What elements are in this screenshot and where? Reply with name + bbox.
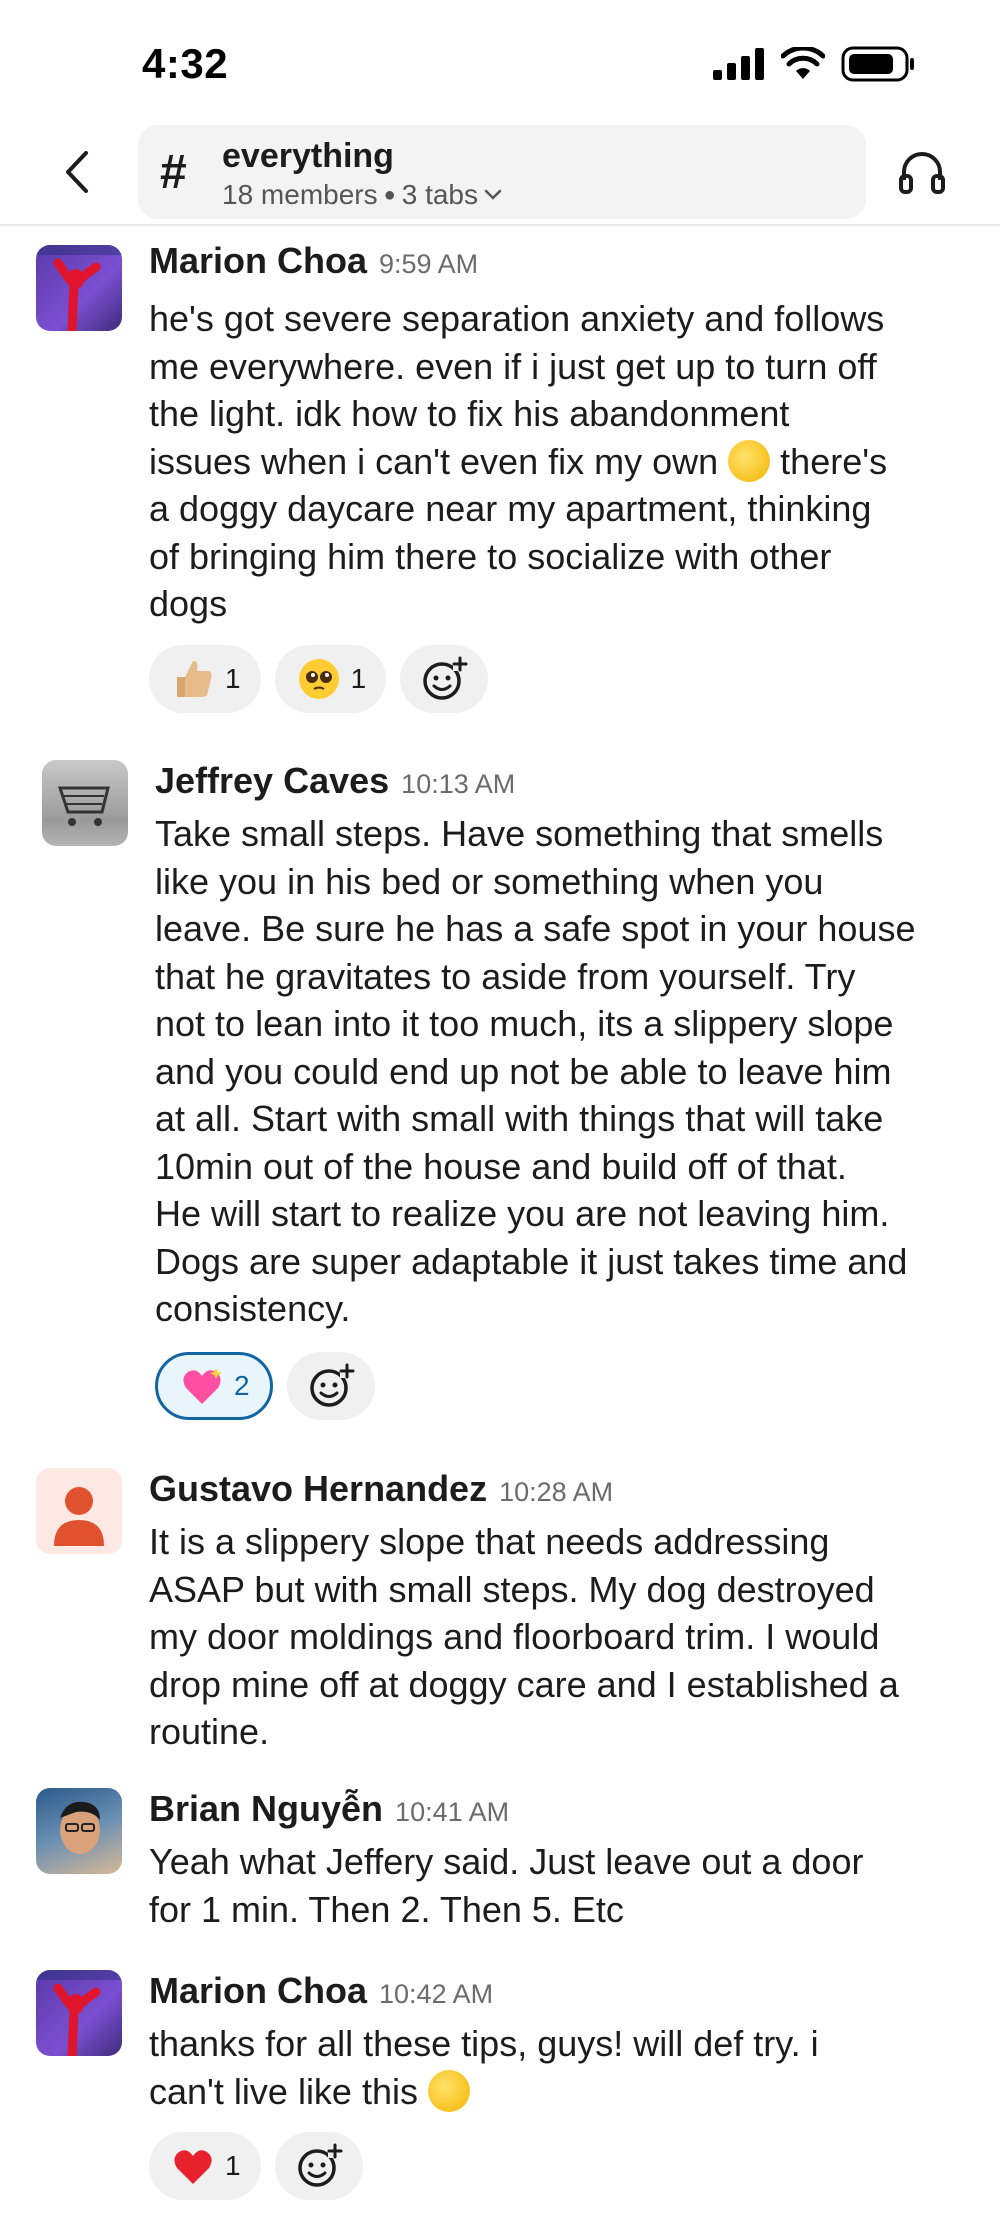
timestamp: 9:59 AM	[379, 249, 479, 279]
status-icons	[713, 46, 915, 82]
cellular-signal-icon	[713, 48, 764, 80]
text-line: 10min out of the house and build off of …	[155, 1145, 847, 1187]
text-line: not to lean into it too much, its a slip…	[155, 1003, 894, 1044]
add-reaction-button[interactable]	[274, 2132, 363, 2200]
message-text: Take small steps. Have something that sm…	[155, 810, 990, 1333]
text-line: at all. Start with small with things tha…	[155, 1098, 884, 1139]
text-line: Yeah what Jeffery said. Just leave out a…	[149, 1841, 864, 1882]
wifi-icon	[781, 47, 825, 79]
separator-dot: ●	[383, 183, 396, 206]
reaction-red-heart[interactable]: 1	[149, 2132, 261, 2200]
chevron-left-icon	[66, 151, 88, 193]
message-header: Jeffrey Caves 10:13 AM	[155, 760, 515, 802]
reaction-thumbs-up[interactable]: 1	[149, 645, 261, 713]
reaction-count: 1	[225, 2150, 241, 2181]
reactions: 1	[149, 2132, 363, 2200]
shopping-cart-photo-icon	[57, 786, 110, 826]
avatar[interactable]	[36, 1788, 122, 1874]
timestamp: 10:28 AM	[499, 1477, 614, 1507]
pleading-face-icon	[297, 657, 341, 701]
add-reaction-button[interactable]	[400, 645, 489, 713]
zany-face-emoji-icon	[428, 2069, 470, 2112]
text-line: can't live like this	[149, 2068, 984, 2116]
message-header: Brian Nguyễn 10:41 AM	[149, 1788, 509, 1830]
timestamp: 10:42 AM	[379, 1979, 494, 2009]
avatar[interactable]	[36, 1468, 122, 1554]
channel-info-button[interactable]: # everything 18 members ● 3 tabs	[138, 125, 866, 219]
user-photo-icon	[60, 1801, 100, 1854]
text-line: a doggy daycare near my apartment, think…	[149, 488, 872, 529]
author-name[interactable]: Jeffrey Caves	[155, 760, 389, 802]
member-count: 18 members	[222, 179, 378, 210]
text-line: the light. idk how to fix his abandonmen…	[149, 393, 790, 434]
text-line: like you in his bed or something when yo…	[155, 860, 824, 902]
text-line: for 1 min. Then 2. Then 5. Etc	[149, 1888, 624, 1930]
text-line: dogs	[149, 583, 228, 624]
reaction-count: 1	[225, 663, 241, 694]
text-line: thanks for all these tips, guys! will de…	[149, 2023, 819, 2064]
message-header: Marion Choa 9:59 AM	[149, 240, 478, 282]
author-name[interactable]: Marion Choa	[149, 1970, 367, 2012]
text-line: consistency.	[155, 1288, 351, 1329]
message-text: he's got severe separation anxiety and f…	[149, 295, 984, 628]
red-heart-icon	[171, 2144, 215, 2188]
text-line: It is a slippery slope that needs addres…	[149, 1521, 830, 1562]
text-line: he's got severe separation anxiety and f…	[149, 298, 885, 339]
reaction-sparkling-heart[interactable]: 2	[155, 1352, 273, 1420]
chevron-down-icon	[484, 189, 502, 200]
text-line: and you could end up not be able to leav…	[155, 1050, 892, 1092]
grinning-sweat-emoji-icon	[728, 439, 771, 482]
message-header: Marion Choa 10:42 AM	[149, 1970, 493, 2012]
status-time: 4:32	[142, 40, 229, 87]
message-text: It is a slippery slope that needs addres…	[149, 1518, 984, 1756]
avatar[interactable]	[42, 760, 128, 846]
tab-count: 3 tabs	[401, 179, 478, 210]
inflatable-tube-man-icon	[36, 1970, 122, 2056]
author-name[interactable]: Marion Choa	[149, 240, 367, 282]
message-text: thanks for all these tips, guys! will de…	[149, 2020, 984, 2115]
headphones-icon	[899, 152, 945, 194]
status-bar: 4:32	[0, 0, 1000, 120]
author-name[interactable]: Gustavo Hernandez	[149, 1468, 487, 1510]
battery-icon	[841, 46, 914, 82]
message-header: Gustavo Hernandez 10:28 AM	[149, 1468, 613, 1510]
reaction-count: 2	[234, 1370, 250, 1401]
timestamp: 10:41 AM	[395, 1797, 510, 1827]
text-line: He will start to realize you are not lea…	[155, 1193, 890, 1234]
text-line: ASAP but with small steps. My dog destro…	[149, 1568, 875, 1610]
default-user-icon	[54, 1487, 104, 1546]
hash-icon: #	[160, 146, 187, 199]
reactions: 1 1	[149, 645, 489, 713]
text-line: that he gravitates to aside from yoursel…	[155, 955, 856, 997]
text-line: Take small steps. Have something that sm…	[155, 813, 884, 854]
channel-name: everything	[222, 137, 394, 175]
back-button[interactable]	[52, 144, 102, 200]
reactions: 2	[155, 1352, 375, 1420]
text-line: issues when i can't even fix my own ther…	[149, 439, 888, 482]
channel-header: # everything 18 members ● 3 tabs	[0, 120, 1000, 226]
channel-meta: 18 members ● 3 tabs	[222, 179, 502, 211]
text-line: drop mine off at doggy care and I establ…	[149, 1663, 899, 1705]
text-line: leave. Be sure he has a safe spot in you…	[155, 908, 916, 949]
text-line: Dogs are super adaptable it just takes t…	[155, 1240, 908, 1282]
text-line: me everywhere. even if i just get up to …	[149, 345, 877, 387]
text-line: of bringing him there to socialize with …	[149, 535, 832, 577]
message-text: Yeah what Jeffery said. Just leave out a…	[149, 1838, 984, 1933]
inflatable-tube-man-icon	[36, 245, 122, 331]
thumbs-up-icon	[171, 657, 215, 701]
sparkling-heart-icon	[180, 1364, 224, 1408]
timestamp: 10:13 AM	[401, 769, 516, 799]
reaction-count: 1	[350, 663, 367, 694]
add-emoji-icon	[423, 656, 468, 700]
avatar[interactable]	[36, 245, 122, 331]
avatar[interactable]	[36, 1970, 122, 2056]
author-name[interactable]: Brian Nguyễn	[149, 1788, 383, 1830]
huddle-button[interactable]	[896, 146, 948, 198]
reaction-pleading-face[interactable]: 1	[274, 645, 387, 713]
add-emoji-icon	[297, 2143, 343, 2187]
add-emoji-icon	[309, 1363, 355, 1407]
add-reaction-button[interactable]	[286, 1352, 375, 1420]
text-line: routine.	[149, 1711, 270, 1752]
text-line: my door moldings and floorboard trim. I …	[149, 1616, 880, 1657]
